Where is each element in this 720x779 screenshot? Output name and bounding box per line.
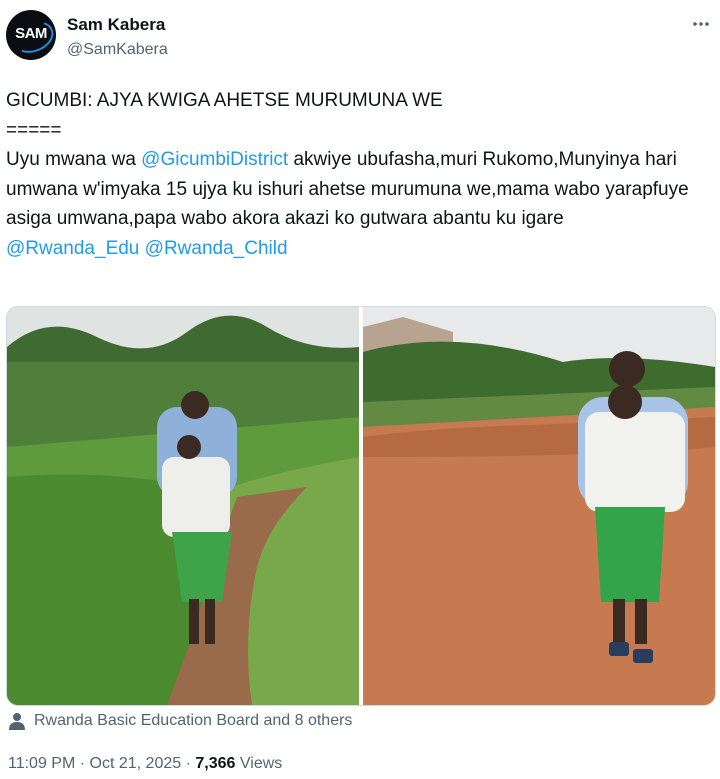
mention-rwanda-edu-link[interactable]: @Rwanda_Edu xyxy=(6,238,139,259)
views-label: Views xyxy=(239,755,283,772)
author-name[interactable]: Sam Kabera xyxy=(67,15,165,35)
tweet-mentions: @Rwanda_Edu @Rwanda_Child xyxy=(6,234,711,264)
tweet-time[interactable]: 11:09 PM xyxy=(8,755,75,772)
tweet-body: Uyu mwana wa @GicumbiDistrict akwiye ubu… xyxy=(6,145,711,234)
liked-by-text: Rwanda Basic Education Board and 8 other… xyxy=(34,712,353,729)
person-icon xyxy=(9,713,25,730)
tweet-separator: ===== xyxy=(6,119,62,141)
photo-right[interactable] xyxy=(363,307,715,705)
author-handle[interactable]: @SamKabera xyxy=(67,41,168,59)
tweet-meta: 11:09 PM · Oct 21, 2025 · 7,366 Views xyxy=(8,755,282,773)
tweet-body-prefix: Uyu mwana wa xyxy=(6,149,142,171)
mention-rwanda-child-link[interactable]: @Rwanda_Child xyxy=(145,238,288,259)
mention-gicumbi-link[interactable]: @GicumbiDistrict xyxy=(141,149,288,170)
meta-dot: · xyxy=(79,755,86,772)
tweet-title: GICUMBI: AJYA KWIGA AHETSE MURUMUNA WE xyxy=(6,90,443,111)
tweet-text: GICUMBI: AJYA KWIGA AHETSE MURUMUNA WE =… xyxy=(6,86,711,264)
avatar[interactable]: SAM xyxy=(6,10,56,60)
media-grid xyxy=(6,306,716,706)
more-icon[interactable] xyxy=(691,14,711,39)
meta-dot: · xyxy=(185,755,191,772)
photo-left[interactable] xyxy=(7,307,359,705)
liked-by-row[interactable]: Rwanda Basic Education Board and 8 other… xyxy=(8,712,352,730)
tweet-date[interactable]: Oct 21, 2025 xyxy=(90,755,182,772)
views-count[interactable]: 7,366 xyxy=(195,755,235,772)
avatar-logo-text: SAM xyxy=(15,25,47,42)
